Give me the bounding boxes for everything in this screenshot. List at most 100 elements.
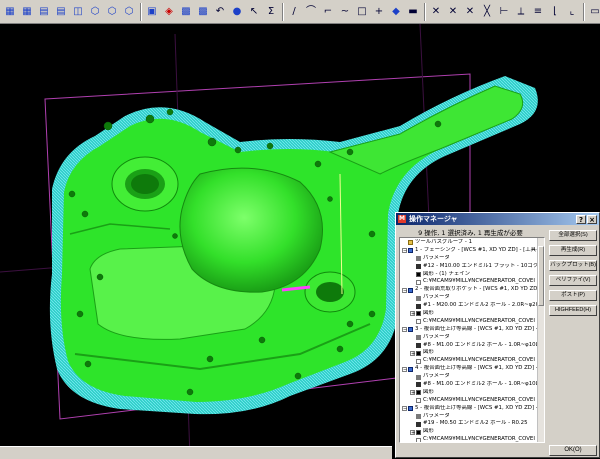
shading-icon[interactable]: ◈ [161, 3, 177, 21]
tree-item[interactable]: パラメータ [400, 255, 538, 263]
tree-item[interactable]: 図形 - (1) チェイン [400, 271, 538, 279]
undo-icon[interactable]: ↶ [212, 3, 228, 21]
expand-toggle-icon[interactable]: + [410, 311, 415, 317]
expand-toggle-icon[interactable]: − [402, 366, 407, 372]
tree-item-label: C:¥MCAM9¥MILL¥NC¥GENERATOR_COVEI [423, 396, 535, 403]
pattern-icon[interactable]: ▩ [178, 3, 194, 21]
tree-item-label: パラメータ [423, 333, 450, 340]
tree-item-label: #19 - M0.50 エンドミル2 ボール - R0.25 [423, 420, 528, 427]
scroll-thumb[interactable] [538, 246, 544, 306]
offset-icon[interactable]: ≡ [530, 3, 546, 21]
tree-item[interactable]: パラメータ [400, 373, 538, 381]
dialog-title: 操作マネージャ [409, 215, 458, 223]
backplot-button[interactable]: バックプロット(B) [549, 260, 597, 271]
polyline-icon[interactable]: ⌐ [320, 3, 336, 21]
extend-icon[interactable]: ⟂ [513, 3, 529, 21]
tree-item[interactable]: + 図形 [400, 310, 538, 318]
expand-toggle-icon[interactable]: − [402, 287, 407, 293]
tree-item[interactable]: + 図形 [400, 349, 538, 357]
tree-item[interactable]: − 1 - フェーシング - [WCS #1, XD YD ZD] - [工具平面 [400, 247, 538, 255]
toolbar-separator [282, 2, 284, 21]
main-toolbar: ▦▦▤▤◫⬡⬡⬡▣◈▩▩↶●↖Σ/⌒⌐~□+◆▬✕✕✕╳⊢⟂≡⌊⌞▭▭✎▨▥▤⇗… [0, 0, 600, 24]
tree-item[interactable]: C:¥MCAM9¥MILL¥NC¥GENERATOR_COVEI [400, 357, 538, 365]
verify-button[interactable]: ベリファイ(V) [549, 275, 597, 286]
toolbar-separator [140, 2, 142, 21]
op-icon [408, 406, 413, 412]
tree-item[interactable]: パラメータ [400, 334, 538, 342]
tree-item[interactable]: #19 - M0.50 エンドミル2 ボール - R0.25 [400, 420, 538, 428]
operations-manager-dialog: M 操作マネージャ ? × 9 操作, 1 選択済み, 1 再生成が必要 ツール… [395, 212, 600, 458]
tree-item[interactable]: #8 - M1.00 エンドミル2 ボール - 1.0R~φ10L [400, 381, 538, 389]
tree-item-label: C:¥MCAM9¥MILL¥NC¥GENERATOR_COVEI [423, 278, 535, 285]
view-icon-5[interactable]: ◫ [70, 3, 86, 21]
trim-icon-3[interactable]: ✕ [462, 3, 478, 21]
tree-item[interactable]: パラメータ [400, 413, 538, 421]
trim-icon-4[interactable]: ╳ [479, 3, 495, 21]
tree-item[interactable]: + 図形 [400, 428, 538, 436]
pattern-icon-2[interactable]: ▩ [195, 3, 211, 21]
param-icon [416, 335, 421, 341]
view-icon-2[interactable]: ▦ [19, 3, 35, 21]
fillet-icon[interactable]: ⌊ [547, 3, 563, 21]
toolbar-separator [424, 2, 426, 21]
tree-item[interactable]: C:¥MCAM9¥MILL¥NC¥GENERATOR_COVEI [400, 318, 538, 326]
cube-front-icon[interactable]: ⬡ [104, 3, 120, 21]
arc-icon[interactable]: ⌒ [303, 3, 319, 21]
tree-item-label: 図形 [423, 388, 434, 395]
cube-iso-icon[interactable]: ⬡ [87, 3, 103, 21]
solid-icon[interactable]: ▬ [405, 3, 421, 21]
tree-item[interactable]: ツールパスグループ - 1 [400, 239, 538, 247]
tree-item[interactable]: #1 - M20.00 エンドミル2 ボール - 2.0R~φ20L [400, 302, 538, 310]
tree-item-label: 1 - フェーシング - [WCS #1, XD YD ZD] - [工具平面 [415, 246, 538, 253]
help-button[interactable]: ? [576, 214, 586, 224]
tree-item[interactable]: − 4 - 複合面仕上げ等高線 - [WCS #1, XD YD ZD] - [400, 365, 538, 373]
tree-item[interactable]: #12 - M10.00 エンドミル1 フラット - 10ゴクトク [400, 263, 538, 271]
tree-item[interactable]: #8 - M1.00 エンドミル2 ボール - 1.0R~φ10L [400, 342, 538, 350]
point-icon[interactable]: + [371, 3, 387, 21]
cube-top-icon[interactable]: ⬡ [121, 3, 137, 21]
operations-tree[interactable]: ツールパスグループ - 1 − 1 - フェーシング - [WCS #1, XD Y… [399, 237, 545, 443]
viewport-scrollbar[interactable] [0, 446, 392, 459]
tree-item[interactable]: パラメータ [400, 294, 538, 302]
view-icon-1[interactable]: ▦ [2, 3, 18, 21]
trim-icon-2[interactable]: ✕ [445, 3, 461, 21]
expand-toggle-icon[interactable]: + [410, 390, 415, 396]
expand-toggle-icon[interactable]: + [410, 350, 415, 356]
cursor-icon[interactable]: ↖ [246, 3, 262, 21]
view-icon-3[interactable]: ▤ [36, 3, 52, 21]
curve-icon[interactable]: ~ [337, 3, 353, 21]
sigma-icon[interactable]: Σ [263, 3, 279, 21]
expand-toggle-icon[interactable]: − [402, 406, 407, 412]
tree-item-label: #1 - M20.00 エンドミル2 ボール - 2.0R~φ20L [423, 302, 538, 309]
expand-toggle-icon[interactable]: − [402, 248, 407, 254]
line-icon[interactable]: / [286, 3, 302, 21]
dimension-icon-1[interactable]: ▭ [587, 3, 600, 21]
tree-item[interactable]: − 2 - 複合面荒取りポケット - [WCS #1, XD YD ZD] - [400, 286, 538, 294]
post-button[interactable]: ポスト(P) [549, 290, 597, 301]
split-icon[interactable]: ⊢ [496, 3, 512, 21]
tree-item[interactable]: C:¥MCAM9¥MILL¥NC¥GENERATOR_COVEI [400, 436, 538, 442]
tree-item[interactable]: C:¥MCAM9¥MILL¥NC¥GENERATOR_COVEI [400, 278, 538, 286]
tree-item[interactable]: − 5 - 複合面仕上げ等高線 - [WCS #1, XD YD ZD] - [400, 405, 538, 413]
rectangle-icon[interactable]: □ [354, 3, 370, 21]
expand-toggle-icon[interactable]: − [402, 327, 407, 333]
file-icon [416, 437, 421, 442]
tree-item[interactable]: + 図形 [400, 389, 538, 397]
sphere-icon[interactable]: ● [229, 3, 245, 21]
highfeed-button[interactable]: HIGHFEED(H) [549, 305, 597, 316]
chamfer-icon[interactable]: ⌞ [564, 3, 580, 21]
tree-scrollbar[interactable] [537, 238, 544, 442]
tree-item[interactable]: C:¥MCAM9¥MILL¥NC¥GENERATOR_COVEI [400, 397, 538, 405]
surface-icon[interactable]: ◆ [388, 3, 404, 21]
ok-button[interactable]: OK(O) [549, 445, 597, 456]
close-button[interactable]: × [587, 214, 597, 224]
view-icon-4[interactable]: ▤ [53, 3, 69, 21]
box-icon[interactable]: ▣ [144, 3, 160, 21]
expand-toggle-icon[interactable]: + [410, 429, 415, 435]
tool-icon [416, 382, 421, 388]
dialog-titlebar[interactable]: M 操作マネージャ ? × [396, 213, 599, 225]
regenerate-button[interactable]: 再生成(R) [549, 245, 597, 256]
select-all-button[interactable]: 全部選択(S) [549, 230, 597, 241]
trim-icon-1[interactable]: ✕ [428, 3, 444, 21]
tree-item[interactable]: − 3 - 複合面仕上げ等高線 - [WCS #1, XD YD ZD] - [400, 326, 538, 334]
